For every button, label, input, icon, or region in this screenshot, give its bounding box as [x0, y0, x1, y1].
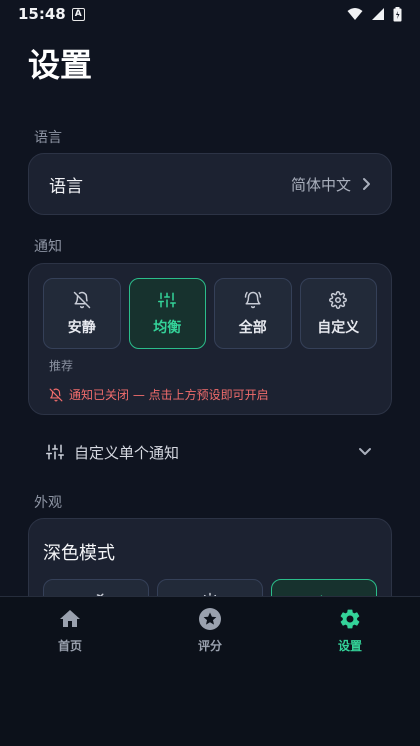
- preset-all-label: 全部: [238, 319, 267, 336]
- bell-ring-icon: [244, 291, 261, 308]
- bottom-navigation: 首页 评分 设置: [0, 596, 420, 746]
- signal-icon: [372, 8, 384, 20]
- sliders-icon: [46, 444, 64, 460]
- star-icon: [199, 608, 221, 630]
- preset-custom-label: 自定义: [317, 319, 360, 336]
- gear-icon: [340, 609, 360, 629]
- preset-balanced-button[interactable]: 均衡: [128, 278, 206, 349]
- nav-item-ratings[interactable]: 评分: [140, 597, 280, 746]
- appearance-section-label: 外观: [34, 495, 62, 511]
- gear-icon: [329, 290, 348, 309]
- language-section-label: 语言: [34, 130, 62, 146]
- clock: 15:48: [18, 5, 66, 23]
- bell-off-icon: [73, 291, 90, 308]
- preset-custom-button[interactable]: 自定义: [299, 278, 377, 349]
- language-row[interactable]: 语言 简体中文: [28, 153, 392, 215]
- notification-card: 安静 均衡 全部 自定义 推荐 通知已关闭 — 点击上方预设即可开启: [28, 263, 392, 415]
- preset-quiet-label: 安静: [67, 319, 96, 336]
- nav-item-ratings-label: 评分: [197, 639, 222, 653]
- chevron-down-icon: [358, 447, 372, 457]
- notification-section-label: 通知: [34, 239, 62, 255]
- bell-off-icon: [49, 388, 63, 401]
- preset-quiet-button[interactable]: 安静: [43, 278, 121, 349]
- nav-item-settings-label: 设置: [337, 639, 362, 653]
- wifi-icon: [347, 8, 363, 20]
- notification-warning[interactable]: 通知已关闭 — 点击上方预设即可开启: [49, 386, 377, 403]
- status-bar: 15:48 A: [0, 0, 420, 28]
- nav-item-home-label: 首页: [57, 639, 82, 653]
- nav-item-settings[interactable]: 设置: [280, 597, 420, 746]
- recommended-label: 推荐: [49, 359, 74, 373]
- nav-item-home[interactable]: 首页: [0, 597, 140, 746]
- dark-mode-title: 深色模式: [43, 543, 115, 564]
- chevron-right-icon: [361, 177, 371, 191]
- language-row-label: 语言: [49, 176, 83, 197]
- notification-presets: 安静 均衡 全部 自定义: [43, 278, 377, 349]
- custom-notifications-toggle[interactable]: 自定义单个通知: [46, 438, 372, 466]
- page-title: 设置: [28, 46, 93, 84]
- notification-warning-text: 通知已关闭 — 点击上方预设即可开启: [69, 388, 269, 402]
- home-icon: [60, 610, 80, 627]
- preset-all-button[interactable]: 全部: [214, 278, 292, 349]
- preset-balanced-label: 均衡: [153, 319, 182, 336]
- language-row-value: 简体中文: [290, 175, 351, 194]
- sliders-icon: [158, 292, 177, 307]
- notification-badge-icon: A: [71, 7, 85, 21]
- battery-icon: [393, 6, 402, 21]
- status-icons: [347, 6, 402, 22]
- custom-notifications-label: 自定义单个通知: [74, 443, 180, 462]
